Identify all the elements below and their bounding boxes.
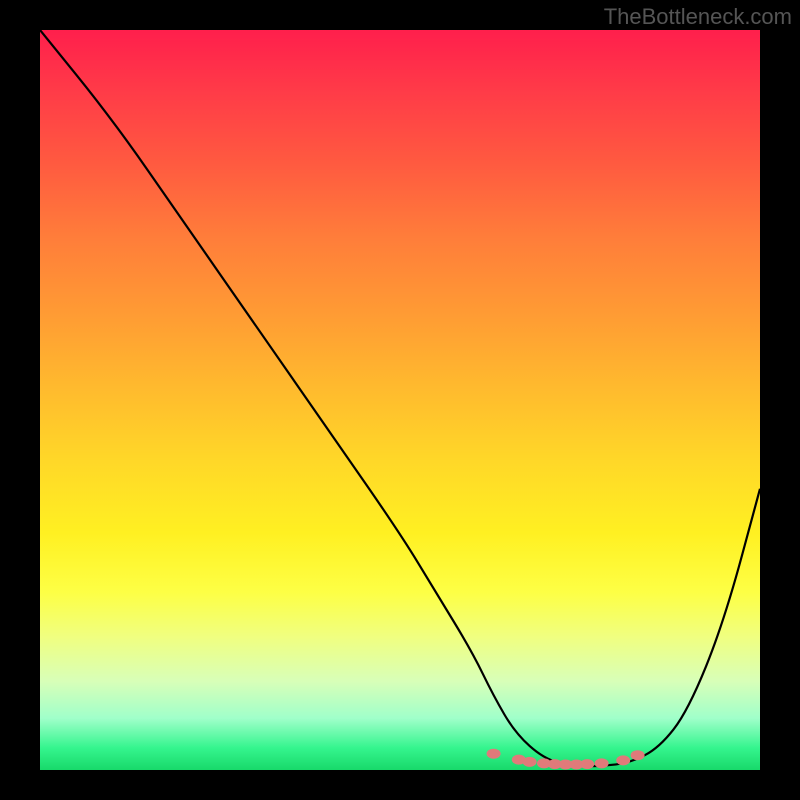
highlight-markers <box>487 749 645 770</box>
watermark-text: TheBottleneck.com <box>604 4 792 30</box>
curve-layer <box>40 30 760 766</box>
highlight-marker <box>616 755 630 765</box>
highlight-marker <box>631 750 645 760</box>
bottleneck-curve-path <box>40 30 760 766</box>
chart-plot-area <box>40 30 760 770</box>
highlight-marker <box>595 758 609 768</box>
highlight-marker <box>580 759 594 769</box>
highlight-marker <box>487 749 501 759</box>
chart-svg <box>40 30 760 770</box>
highlight-marker <box>523 757 537 767</box>
